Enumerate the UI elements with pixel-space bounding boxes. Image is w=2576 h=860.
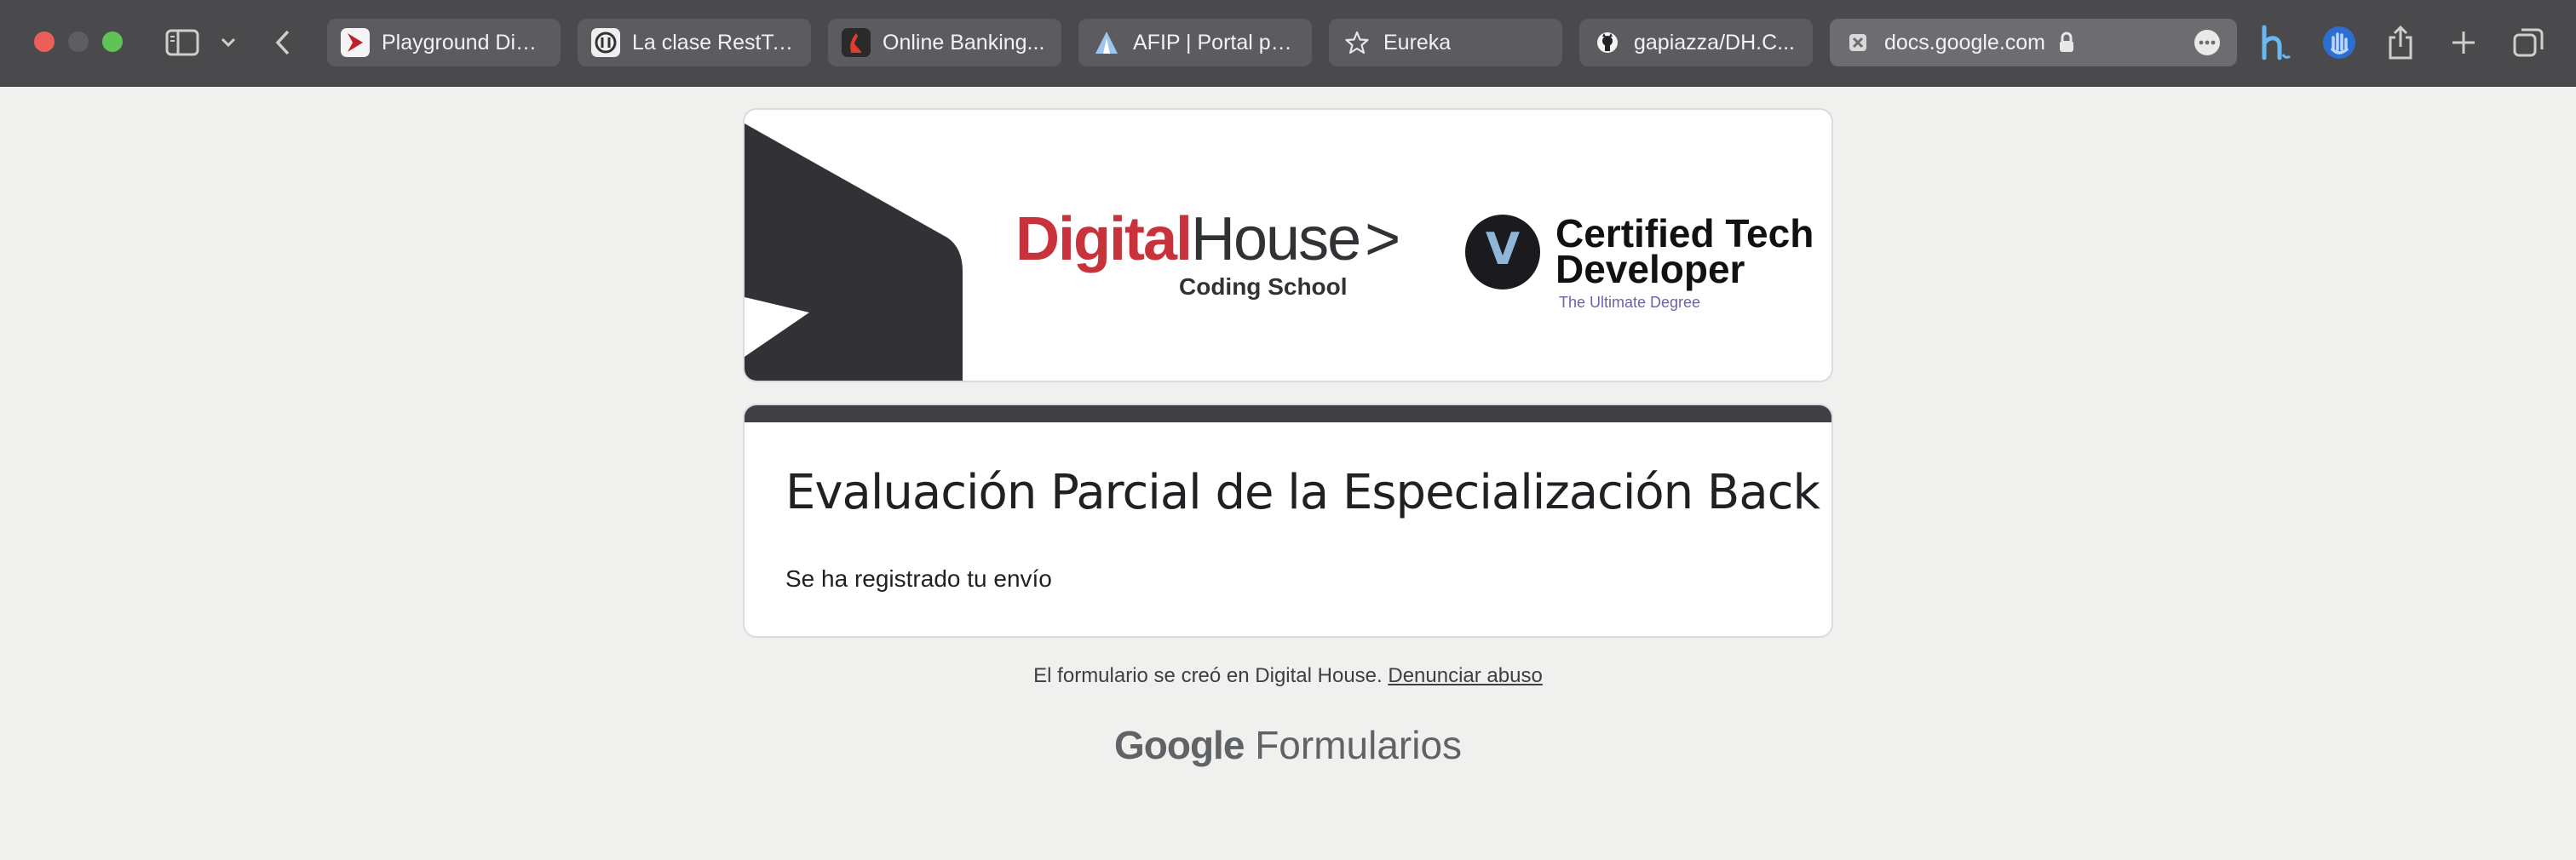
new-tab-icon[interactable] bbox=[2443, 22, 2484, 63]
ctd-badge-letter: V bbox=[1485, 224, 1521, 275]
browser-tab[interactable]: gapiazza/DH.C... bbox=[1579, 19, 1813, 66]
url-text: docs.google.com bbox=[1884, 30, 2046, 54]
form-title: Evaluación Parcial de la Especialización… bbox=[785, 465, 1833, 520]
digitalhouse-logo: DigitalHouse> bbox=[1015, 209, 1400, 270]
google-forms-logo[interactable]: Google Formularios bbox=[0, 722, 2576, 768]
logo-subtitle: Coding School bbox=[1179, 273, 1348, 300]
santander-favicon bbox=[842, 28, 871, 57]
browser-tab[interactable]: AFIP | Portal pri... bbox=[1078, 19, 1312, 66]
afip-favicon bbox=[1092, 28, 1121, 57]
sidebar-toggle-icon[interactable] bbox=[164, 24, 201, 61]
confirmation-message: Se ha registrado tu envío bbox=[785, 565, 1052, 592]
report-abuse-link[interactable]: Denunciar abuso bbox=[1388, 664, 1542, 687]
back-button[interactable] bbox=[264, 24, 302, 61]
lock-icon bbox=[2057, 32, 2076, 54]
window-close-button[interactable] bbox=[34, 32, 55, 52]
tab-label: Online Banking... bbox=[883, 30, 1045, 54]
forms-wordmark: Formularios bbox=[1255, 723, 1463, 767]
form-footer: El formulario se creó en Digital House. … bbox=[0, 664, 2576, 688]
ctd-tagline: The Ultimate Degree bbox=[1559, 294, 1701, 311]
more-options-icon[interactable] bbox=[2193, 28, 2222, 57]
tab-overview-icon[interactable] bbox=[2508, 22, 2549, 63]
webinar-favicon bbox=[591, 28, 620, 57]
blocker-extension-icon[interactable] bbox=[2319, 22, 2360, 63]
card-accent-bar bbox=[745, 405, 1831, 422]
footer-created-text: El formulario se creó en Digital House. bbox=[1033, 664, 1383, 687]
browser-tab[interactable]: Playground Digi... bbox=[327, 19, 561, 66]
google-wordmark: Google bbox=[1113, 723, 1245, 767]
window-maximize-button[interactable] bbox=[102, 32, 123, 52]
ctd-line2: Developer bbox=[1555, 247, 1745, 291]
logo-house-word: House bbox=[1191, 205, 1361, 273]
chevron-down-icon[interactable] bbox=[210, 24, 247, 61]
active-tab-address-bar[interactable]: docs.google.com bbox=[1830, 19, 2237, 66]
logo-digital-word: Digital bbox=[1015, 205, 1193, 273]
form-confirmation-card: Evaluación Parcial de la Especialización… bbox=[743, 404, 1833, 638]
tab-label: gapiazza/DH.C... bbox=[1634, 30, 1795, 54]
tab-label: Playground Digi... bbox=[382, 30, 547, 54]
logo-arrow: > bbox=[1365, 205, 1400, 273]
digitalhouse-favicon bbox=[341, 28, 370, 57]
browser-tab[interactable]: Eureka bbox=[1329, 19, 1562, 66]
github-icon bbox=[1593, 28, 1622, 57]
hypothesis-extension-icon[interactable] bbox=[2254, 22, 2295, 63]
browser-toolbar: Playground Digi... La clase RestTe... On… bbox=[0, 0, 2576, 87]
google-forms-favicon bbox=[1843, 28, 1872, 57]
browser-tab[interactable]: La clase RestTe... bbox=[578, 19, 811, 66]
form-header-banner: DigitalHouse> Coding School V Certified … bbox=[743, 108, 1833, 382]
window-minimize-button[interactable] bbox=[68, 32, 89, 52]
star-icon bbox=[1343, 28, 1371, 57]
tab-label: Eureka bbox=[1383, 30, 1452, 54]
tab-label: AFIP | Portal pri... bbox=[1133, 30, 1298, 54]
share-icon[interactable] bbox=[2380, 22, 2421, 63]
tab-label: La clase RestTe... bbox=[632, 30, 797, 54]
browser-tab[interactable]: Online Banking... bbox=[828, 19, 1061, 66]
